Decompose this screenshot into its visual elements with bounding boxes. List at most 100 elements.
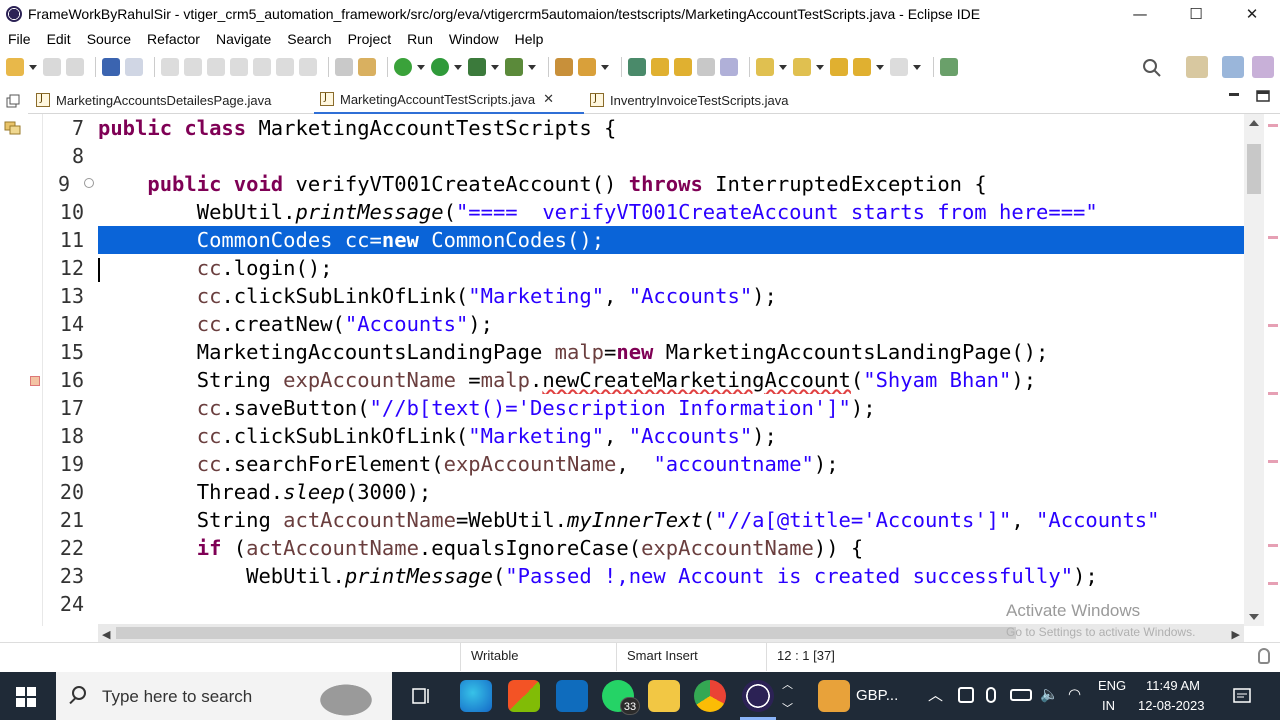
microphone-icon[interactable] <box>986 687 996 703</box>
lightbulb-icon[interactable] <box>1258 648 1270 664</box>
speaker-icon[interactable]: 🔈 <box>1040 685 1059 703</box>
debug-icon[interactable] <box>394 58 412 76</box>
skip-breakpoints-icon[interactable] <box>125 58 143 76</box>
code-line[interactable]: cc.searchForElement(expAccountName, "acc… <box>98 450 1244 478</box>
menu-run[interactable]: Run <box>399 31 441 47</box>
overview-marker[interactable] <box>1268 544 1278 547</box>
menu-search[interactable]: Search <box>279 31 339 47</box>
terminate-icon[interactable] <box>207 58 225 76</box>
weather-icon[interactable] <box>818 680 850 712</box>
mark-occurrences-icon[interactable] <box>651 58 669 76</box>
next-annotation-icon[interactable] <box>756 58 774 76</box>
tab-marketing-accounts-detailes-page[interactable]: MarketingAccountsDetailesPage.java <box>36 86 316 114</box>
tray-down-chevron-icon[interactable]: ﹀ <box>782 700 793 716</box>
step-into-icon[interactable] <box>253 58 271 76</box>
external-tools-icon[interactable] <box>505 58 523 76</box>
region-text[interactable]: IN <box>1102 698 1115 713</box>
search-icon[interactable] <box>1142 58 1162 78</box>
vertical-scrollbar[interactable] <box>1244 114 1264 626</box>
forward-icon[interactable] <box>890 58 908 76</box>
open-perspective-icon[interactable] <box>1186 56 1208 78</box>
code-editor[interactable]: 7 8 9 10 11 12 13 14 15 16 17 18 19 20 2… <box>28 114 1280 626</box>
battery-icon[interactable] <box>1010 689 1032 701</box>
coverage-icon[interactable] <box>468 58 486 76</box>
scroll-right-icon[interactable]: ▶ <box>1232 628 1240 641</box>
overview-marker[interactable] <box>1268 392 1278 395</box>
clock-time[interactable]: 11:49 AM <box>1146 678 1200 693</box>
menu-window[interactable]: Window <box>441 31 507 47</box>
language-text[interactable]: ENG <box>1098 678 1126 693</box>
previous-annotation-dropdown-icon[interactable] <box>816 58 824 76</box>
terminal-icon[interactable] <box>102 58 120 76</box>
run-icon[interactable] <box>431 58 449 76</box>
last-edit-location-icon[interactable] <box>830 58 848 76</box>
package-explorer-icon[interactable] <box>4 120 22 136</box>
scroll-up-icon[interactable] <box>1249 120 1259 126</box>
show-whitespace-icon[interactable] <box>720 58 738 76</box>
scroll-thumb[interactable] <box>1247 144 1261 194</box>
maximize-editor-icon[interactable] <box>1256 90 1270 102</box>
toggle-breadcrumb-icon[interactable] <box>628 58 646 76</box>
code-line[interactable] <box>98 142 1244 170</box>
menu-project[interactable]: Project <box>340 31 400 47</box>
code-line[interactable]: cc.clickSubLinkOfLink("Marketing", "Acco… <box>98 422 1244 450</box>
step-return-icon[interactable] <box>299 58 317 76</box>
code-line[interactable]: WebUtil.printMessage("==== verifyVT001Cr… <box>98 198 1244 226</box>
chrome-icon[interactable] <box>694 680 726 712</box>
code-line[interactable]: public void verifyVT001CreateAccount() t… <box>98 170 1244 198</box>
h-scroll-thumb[interactable] <box>116 627 1016 639</box>
windows-start-icon[interactable] <box>16 687 36 707</box>
step-over-icon[interactable] <box>276 58 294 76</box>
coverage-dropdown-icon[interactable] <box>491 58 499 76</box>
scroll-left-icon[interactable]: ◀ <box>102 628 110 641</box>
open-task-icon[interactable] <box>578 58 596 76</box>
wifi-icon[interactable]: ◠ <box>1068 685 1081 703</box>
menu-edit[interactable]: Edit <box>39 31 79 47</box>
disconnect-icon[interactable] <box>230 58 248 76</box>
drop-to-frame-icon[interactable] <box>335 58 353 76</box>
debug-dropdown-icon[interactable] <box>417 58 425 76</box>
tray-up-chevron-icon[interactable]: ︿ <box>782 676 793 692</box>
weather-text[interactable]: GBP... <box>856 687 898 704</box>
save-icon[interactable] <box>43 58 61 76</box>
code-line[interactable]: cc.creatNew("Accounts"); <box>98 310 1244 338</box>
code-line[interactable]: CommonCodes cc=new CommonCodes(); <box>98 226 1244 254</box>
code-line[interactable]: if (actAccountName.equalsIgnoreCase(expA… <box>98 534 1244 562</box>
code-line[interactable]: public class MarketingAccountTestScripts… <box>98 114 1244 142</box>
new-icon[interactable] <box>6 58 24 76</box>
overview-marker[interactable] <box>1268 582 1278 585</box>
overview-marker[interactable] <box>1268 460 1278 463</box>
menu-source[interactable]: Source <box>79 31 139 47</box>
minimize-button[interactable]: — <box>1112 0 1168 28</box>
block-selection-icon[interactable] <box>674 58 692 76</box>
clock-date[interactable]: 12-08-2023 <box>1138 698 1205 713</box>
task-view-icon[interactable] <box>410 686 432 706</box>
use-step-filters-icon[interactable] <box>358 58 376 76</box>
code-line[interactable]: cc.saveButton("//b[text()='Description I… <box>98 394 1244 422</box>
menu-file[interactable]: File <box>0 31 39 47</box>
save-all-icon[interactable] <box>66 58 84 76</box>
java-ee-perspective-icon[interactable] <box>1222 56 1244 78</box>
show-hidden-icons-icon[interactable]: ︿ <box>928 684 943 705</box>
scroll-down-icon[interactable] <box>1249 614 1259 620</box>
menu-navigate[interactable]: Navigate <box>208 31 279 47</box>
code-line[interactable]: String actAccountName=WebUtil.myInnerTex… <box>98 506 1244 534</box>
minimize-editor-icon[interactable] <box>1228 92 1240 102</box>
overview-marker[interactable] <box>1268 236 1278 239</box>
code-line[interactable]: String expAccountName =malp.newCreateMar… <box>98 366 1244 394</box>
pin-editor-icon[interactable] <box>940 58 958 76</box>
code-line[interactable]: Thread.sleep(3000); <box>98 478 1244 506</box>
mail-icon[interactable] <box>556 680 588 712</box>
java-perspective-icon[interactable] <box>1252 56 1274 78</box>
back-icon[interactable] <box>853 58 871 76</box>
store-icon[interactable] <box>508 680 540 712</box>
forward-dropdown-icon[interactable] <box>913 58 921 76</box>
code-line[interactable]: cc.login(); <box>98 254 1244 282</box>
fold-icon[interactable] <box>84 178 94 188</box>
close-button[interactable]: ✕ <box>1224 0 1280 28</box>
menu-help[interactable]: Help <box>507 31 552 47</box>
back-dropdown-icon[interactable] <box>876 58 884 76</box>
edge-icon[interactable] <box>460 680 492 712</box>
overview-marker[interactable] <box>1268 124 1278 127</box>
word-wrap-icon[interactable] <box>697 58 715 76</box>
